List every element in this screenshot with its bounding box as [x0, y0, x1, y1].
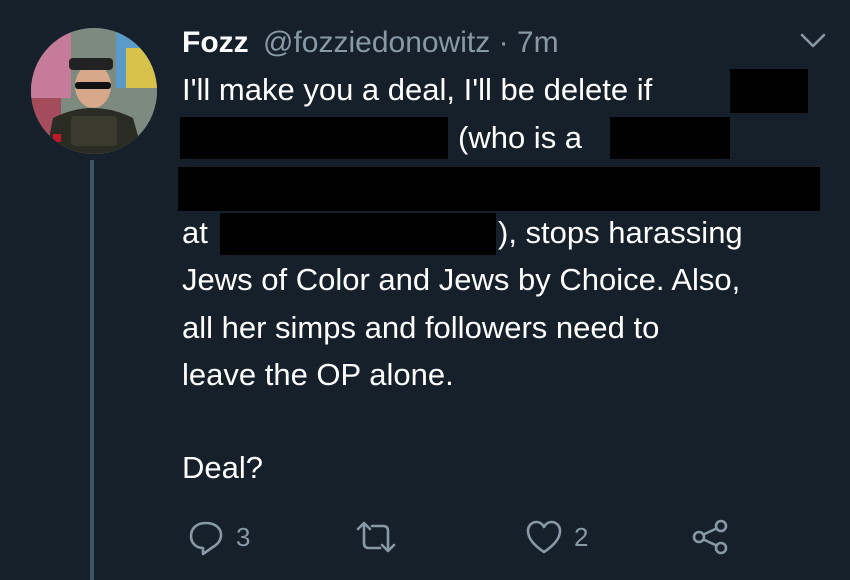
tweet-text-line: at — [182, 215, 208, 250]
tweet-text-line: all her simps and followers need to — [182, 310, 660, 345]
redaction-block — [178, 167, 820, 211]
avatar[interactable] — [31, 28, 157, 154]
reply-icon — [189, 521, 223, 556]
retweet-icon — [356, 521, 396, 553]
tweet-card[interactable]: Fozz @fozziedonowitz · 7m I'll make you … — [0, 0, 850, 580]
chevron-down-icon[interactable] — [798, 30, 828, 52]
tweet-text-line: ), stops harassing — [498, 215, 743, 250]
tweet-text-line: leave the OP alone. — [182, 357, 454, 392]
reply-count: 3 — [236, 521, 251, 552]
tweet-text-line: Jews of Color and Jews by Choice. Also, — [182, 262, 741, 297]
heart-icon — [526, 520, 562, 554]
tweet-text-line: (who is a — [458, 120, 583, 155]
redaction-block — [180, 117, 448, 159]
tweet-text-line: Deal? — [182, 450, 263, 485]
timestamp[interactable]: 7m — [517, 26, 559, 59]
redaction-block — [610, 117, 730, 159]
user-handle[interactable]: @fozziedonowitz — [263, 26, 490, 59]
avatar-photo — [31, 28, 157, 154]
thread-line — [90, 160, 94, 580]
display-name[interactable]: Fozz — [182, 26, 249, 59]
share-icon — [692, 519, 728, 555]
like-count: 2 — [574, 521, 589, 552]
share-button[interactable] — [690, 515, 730, 559]
redaction-block — [730, 69, 808, 113]
like-button[interactable]: 2 — [524, 515, 588, 559]
tweet-text-line: I'll make you a deal, I'll be delete if — [182, 72, 653, 107]
separator-dot: · — [498, 26, 509, 59]
tweet-header: Fozz @fozziedonowitz · 7m — [182, 22, 559, 64]
redaction-block — [220, 213, 496, 255]
retweet-button[interactable] — [354, 515, 398, 559]
reply-button[interactable]: 3 — [186, 515, 250, 559]
